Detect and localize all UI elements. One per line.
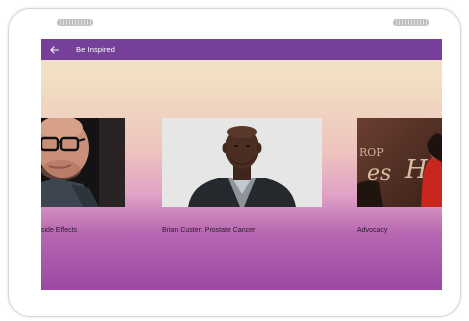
video-thumbnail-brian-custer[interactable]: [162, 118, 322, 207]
video-frame-image: ROP es H: [357, 118, 442, 207]
video-thumbnail-advocacy[interactable]: ROP es H: [357, 118, 442, 207]
video-caption-advocacy: Advocacy: [357, 227, 388, 234]
video-thumbnail-side-effects[interactable]: [41, 118, 125, 207]
speaker-grille-left: [57, 19, 93, 26]
speaker-grille-right: [393, 19, 429, 26]
back-button[interactable]: [41, 39, 67, 60]
page-title: Be Inspired: [76, 45, 116, 54]
svg-text:ROP: ROP: [359, 146, 384, 159]
video-frame-image: [41, 118, 125, 207]
video-caption-brian-custer: Brian Custer: Prostate Cancer: [162, 227, 256, 234]
app-screen: Be Inspired side Effects Brian Custer: P…: [41, 39, 442, 290]
app-bar: Be Inspired: [41, 39, 442, 60]
video-caption-side-effects: side Effects: [41, 227, 78, 234]
arrow-left-icon: [49, 45, 59, 54]
video-frame-image: [162, 118, 322, 207]
